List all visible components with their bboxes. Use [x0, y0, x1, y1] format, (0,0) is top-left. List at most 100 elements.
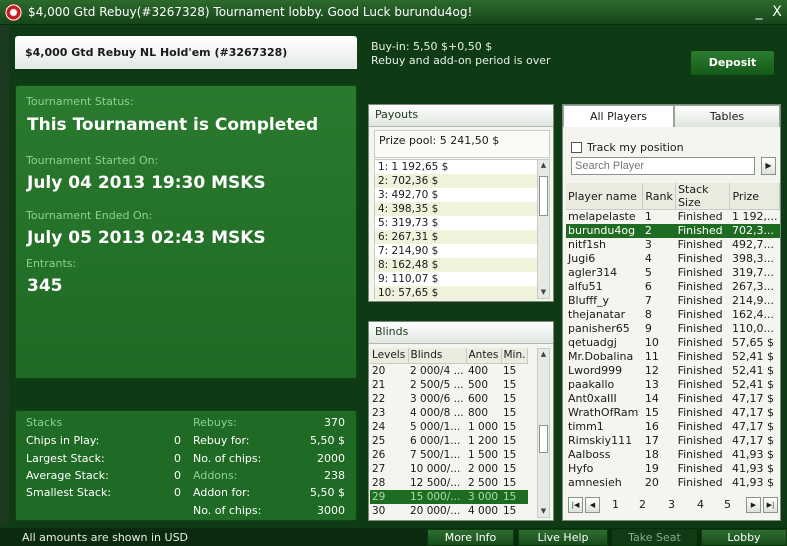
tab-all-players[interactable]: All Players: [563, 105, 674, 127]
payouts-scroll-thumb[interactable]: [539, 176, 548, 216]
deposit-button[interactable]: Deposit: [690, 50, 775, 76]
blinds-cell: 15: [503, 434, 517, 447]
close-icon[interactable]: X: [768, 3, 786, 21]
blinds-row[interactable]: 21 2 500/5 ... 500 15: [370, 378, 528, 392]
minimize-icon[interactable]: _: [750, 3, 768, 21]
players-col-stack[interactable]: Stack Size: [675, 183, 731, 210]
page-link[interactable]: 1: [612, 498, 619, 511]
blinds-row[interactable]: 25 6 000/1... 1 200 15: [370, 434, 528, 448]
blinds-cell: 22: [372, 392, 386, 405]
page-link[interactable]: 5: [724, 498, 731, 511]
blinds-row[interactable]: 20 2 000/4 ... 400 15: [370, 363, 528, 378]
player-row[interactable]: Rimskiy111 17 Finished 47,17 $: [566, 434, 780, 448]
player-row[interactable]: timm1 16 Finished 47,17 $: [566, 420, 780, 434]
players-col-prize[interactable]: Prize: [729, 183, 780, 210]
blinds-cell: 20 000/...: [410, 504, 461, 517]
lobby-button[interactable]: Lobby: [701, 529, 787, 546]
tab-tables[interactable]: Tables: [674, 105, 780, 127]
player-cell: 1: [644, 210, 652, 223]
arrow-right-icon[interactable]: ▶: [761, 157, 776, 175]
player-row[interactable]: thejanatar 8 Finished 162,4...: [566, 308, 780, 322]
player-cell: 3: [644, 238, 652, 251]
player-row[interactable]: Aalboss 18 Finished 41,93 $: [566, 448, 780, 462]
blinds-cell: 800: [468, 406, 489, 419]
blinds-scroll-thumb[interactable]: [539, 425, 548, 453]
player-row[interactable]: paakallo 13 Finished 52,41 $: [566, 378, 780, 392]
blinds-col-antes[interactable]: Antes: [466, 348, 502, 364]
arrow-down-icon[interactable]: ▼: [539, 507, 548, 516]
live-help-button[interactable]: Live Help: [518, 529, 608, 546]
arrow-down-icon[interactable]: ▼: [539, 288, 548, 297]
blinds-cell: 2 500/5 ...: [410, 378, 464, 391]
blinds-row[interactable]: 26 7 500/1... 1 500 15: [370, 448, 528, 462]
payout-row: 1: 1 192,65 $: [375, 160, 539, 174]
arrow-up-icon[interactable]: ▲: [539, 161, 548, 170]
blinds-row[interactable]: 27 10 000/... 2 000 15: [370, 462, 528, 476]
blinds-cell: 2 000: [468, 462, 499, 475]
player-cell: 319,7...: [731, 266, 774, 279]
blinds-col-levels[interactable]: Levels: [370, 348, 409, 364]
tournament-name-header: $4,000 Gtd Rebuy NL Hold'em (#3267328): [15, 36, 357, 69]
blinds-row[interactable]: 28 12 500/... 2 500 15: [370, 476, 528, 490]
blinds-row[interactable]: 23 4 000/8 ... 800 15: [370, 406, 528, 420]
next-page-icon[interactable]: ▶: [746, 497, 761, 513]
player-row[interactable]: burundu4og 2 Finished 702,3...: [566, 224, 780, 238]
track-position[interactable]: Track my position: [571, 141, 684, 154]
player-cell: 19: [644, 462, 659, 475]
page-link[interactable]: 4: [697, 498, 704, 511]
player-row[interactable]: melapelaste 1 Finished 1 192,...: [566, 210, 780, 225]
track-position-checkbox[interactable]: [571, 142, 582, 153]
player-cell: Finished: [677, 448, 723, 461]
player-row[interactable]: panisher65 9 Finished 110,0...: [566, 322, 780, 336]
blinds-col-blinds[interactable]: Blinds: [408, 348, 467, 364]
blinds-cell: 600: [468, 392, 489, 405]
player-cell: 8: [644, 308, 652, 321]
player-row[interactable]: Lword999 12 Finished 52,41 $: [566, 364, 780, 378]
blinds-cell: 15: [503, 504, 517, 517]
player-cell: nitf1sh: [568, 238, 606, 251]
player-row[interactable]: Mr.Dobalina 11 Finished 52,41 $: [566, 350, 780, 364]
prev-page-icon[interactable]: ◀: [585, 497, 600, 513]
blinds-col-min[interactable]: Min.: [501, 348, 529, 364]
player-cell: Aalboss: [568, 448, 611, 461]
player-cell: Rimskiy111: [568, 434, 633, 447]
player-row[interactable]: Ant0xaIII 14 Finished 47,17 $: [566, 392, 780, 406]
player-cell: Finished: [677, 434, 723, 447]
search-player-input[interactable]: [571, 157, 755, 175]
blinds-row[interactable]: 24 5 000/1... 1 000 15: [370, 420, 528, 434]
last-page-icon[interactable]: ▶|: [763, 497, 778, 513]
players-col-name[interactable]: Player name: [566, 183, 644, 210]
player-cell: Finished: [677, 336, 723, 349]
blinds-row[interactable]: 22 3 000/6 ... 600 15: [370, 392, 528, 406]
blinds-scrollbar[interactable]: ▲ ▼: [537, 348, 550, 518]
player-row[interactable]: Blufff_y 7 Finished 214,9...: [566, 294, 780, 308]
players-col-rank[interactable]: Rank: [642, 183, 677, 210]
page-link[interactable]: 2: [639, 498, 646, 511]
buyin-line: Buy-in: 5,50 $+0,50 $: [371, 40, 493, 53]
payout-row: 6: 267,31 $: [375, 230, 539, 244]
player-cell: 15: [644, 406, 659, 419]
average-stack-value: 0: [174, 469, 181, 482]
player-row[interactable]: agler314 5 Finished 319,7...: [566, 266, 780, 280]
player-row[interactable]: Jugi6 4 Finished 398,3...: [566, 252, 780, 266]
player-row[interactable]: qetuadgj 10 Finished 57,65 $: [566, 336, 780, 350]
rebuy-for-label: Rebuy for:: [193, 434, 250, 447]
first-page-icon[interactable]: |◀: [568, 497, 583, 513]
player-row[interactable]: amnesieh 20 Finished 41,93 $: [566, 476, 780, 490]
player-row[interactable]: alfu51 6 Finished 267,3...: [566, 280, 780, 294]
rebuy-period-line: Rebuy and add-on period is over: [371, 54, 551, 67]
player-row[interactable]: WrathOfRam 15 Finished 47,17 $: [566, 406, 780, 420]
more-info-button[interactable]: More Info: [427, 529, 514, 546]
player-row[interactable]: Hyfo 19 Finished 41,93 $: [566, 462, 780, 476]
blinds-row[interactable]: 30 20 000/... 4 000 15: [370, 504, 528, 518]
arrow-up-icon[interactable]: ▲: [539, 350, 548, 359]
page-link[interactable]: 3: [668, 498, 675, 511]
player-row[interactable]: nitf1sh 3 Finished 492,7...: [566, 238, 780, 252]
status-value: This Tournament is Completed: [27, 115, 319, 135]
payouts-scrollbar[interactable]: ▲ ▼: [537, 159, 550, 299]
player-cell: 57,65 $: [731, 336, 774, 349]
payouts-list[interactable]: 1: 1 192,65 $2: 702,36 $3: 492,70 $4: 39…: [374, 159, 540, 300]
blinds-row[interactable]: 29 15 000/... 3 000 15: [370, 489, 528, 504]
blinds-cell: 3 000: [466, 489, 501, 504]
largest-stack-value: 0: [174, 452, 181, 465]
